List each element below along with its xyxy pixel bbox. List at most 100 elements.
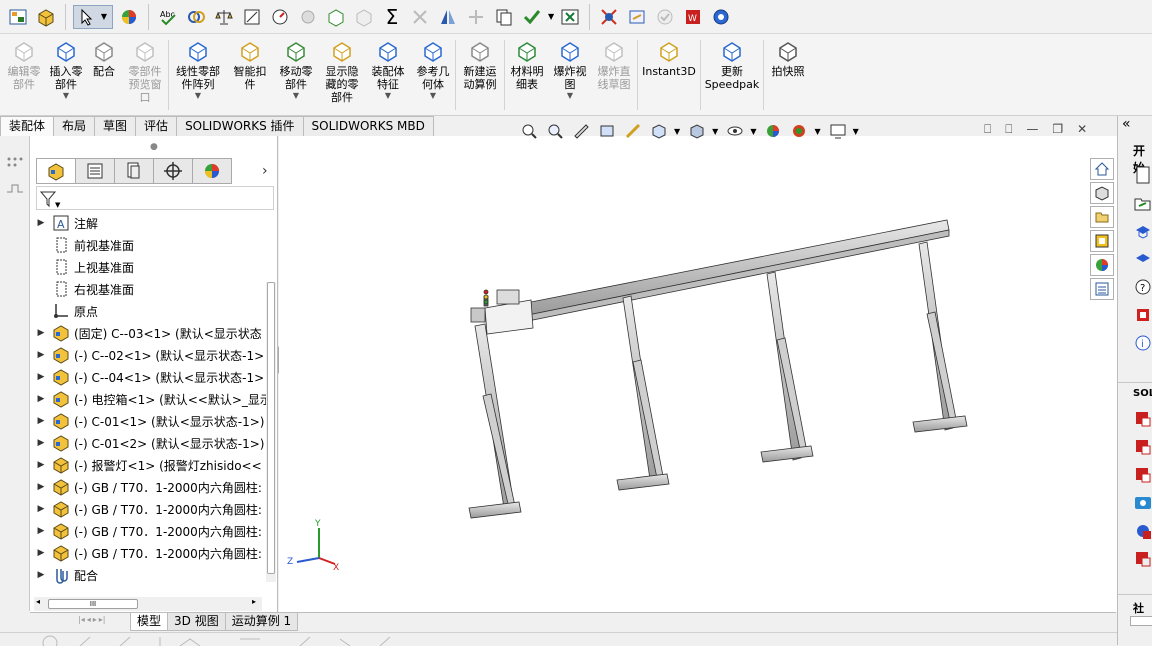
tree-item[interactable]: 上视基准面 [30, 256, 266, 278]
zoom-to-fit-icon[interactable] [518, 121, 540, 141]
nav-first-icon[interactable]: |◂ [78, 615, 85, 624]
bottom-tab-2[interactable]: 运动算例 1 [224, 613, 299, 631]
nav-prev-icon[interactable]: ◂ [87, 615, 91, 624]
tree-item[interactable]: 前视基准面 [30, 234, 266, 256]
nav-next-icon[interactable]: ▸ [93, 615, 97, 624]
spell-check-icon[interactable]: Abc [156, 5, 180, 29]
task-pane-scrollbar[interactable] [1130, 616, 1152, 626]
cmd-button-14[interactable]: Instant3D [638, 34, 700, 115]
dimxpert-icon[interactable] [597, 5, 621, 29]
sw-addin-icon-2[interactable] [1134, 438, 1152, 459]
property-manager-tab[interactable] [75, 158, 115, 184]
mass-properties-icon[interactable] [212, 5, 236, 29]
configuration-manager-tab[interactable] [114, 158, 154, 184]
scroll-right-icon[interactable]: ▸ [252, 597, 256, 606]
cmd-button-4[interactable]: 线性零部 件阵列 ▼ [169, 34, 227, 115]
command-tab-0[interactable]: 装配体 [0, 116, 55, 136]
expand-arrow-icon[interactable]: ▶ [30, 570, 52, 580]
tile-right-icon[interactable]: ⎕ [1005, 122, 1012, 137]
dropdown-arrow-icon[interactable]: ▼ [293, 91, 299, 101]
expand-arrow-icon[interactable]: ▶ [30, 372, 52, 382]
step-icon[interactable] [6, 182, 24, 197]
select-tool[interactable]: ▼ [73, 4, 113, 29]
nav-last-icon[interactable]: ▸| [99, 615, 106, 624]
tree-item[interactable]: ▶ (-) 报警灯<1> (报警灯zhisido<< [30, 454, 266, 476]
scroll-left-icon[interactable]: ◂ [36, 597, 40, 606]
new-document-icon[interactable] [1134, 166, 1152, 187]
appearances-icon[interactable] [1090, 254, 1114, 276]
gantry-model-3d-view[interactable]: Y X Z [279, 136, 1117, 612]
command-tab-4[interactable]: SOLIDWORKS 插件 [176, 116, 304, 136]
dimxpert-manager-tab[interactable] [153, 158, 193, 184]
edit-appearance-icon[interactable] [762, 121, 784, 141]
expand-arrow-icon[interactable]: ▶ [30, 526, 52, 536]
training-icon[interactable] [1134, 250, 1152, 271]
cmd-button-12[interactable]: 爆炸视 图 ▼ [549, 34, 591, 115]
expand-arrow-icon[interactable]: ▶ [30, 504, 52, 514]
bottom-tab-1[interactable]: 3D 视图 [167, 613, 226, 631]
cmd-button-6[interactable]: 移动零 部件 ▼ [273, 34, 319, 115]
tree-hscroll-thumb[interactable]: III [48, 599, 138, 609]
tree-item[interactable]: ▶ (-) C--02<1> (默认<显示状态-1> [30, 344, 266, 366]
tree-vertical-scrollbar[interactable] [266, 282, 276, 582]
info-icon[interactable]: i [1134, 334, 1152, 355]
zoom-area-icon[interactable] [544, 121, 566, 141]
cmd-button-1[interactable]: 插入零 部件 ▼ [46, 34, 86, 115]
command-tab-3[interactable]: 评估 [135, 116, 178, 136]
cmd-button-9[interactable]: 参考几 何体 ▼ [411, 34, 455, 115]
cmd-button-11[interactable]: 材料明 细表 [505, 34, 549, 115]
section-view-icon[interactable] [596, 121, 618, 141]
help-icon[interactable]: ? [1134, 278, 1152, 299]
command-tab-1[interactable]: 布局 [53, 116, 96, 136]
tree-item[interactable]: ▶ (-) GB / T70．1-2000内六角圆柱: [30, 520, 266, 542]
graphics-area[interactable]: Y X Z [279, 136, 1117, 612]
expand-arrow-icon[interactable]: ▶ [30, 218, 52, 228]
tree-item[interactable]: ▶ 配合 [30, 564, 266, 586]
tree-item[interactable]: ▶ (-) 电控箱<1> (默认<<默认>_显示 [30, 388, 266, 410]
panel-more-chevron-icon[interactable]: › [262, 163, 268, 179]
display-style-icon[interactable] [686, 121, 708, 141]
task-pane-collapse-icon[interactable]: « [1122, 116, 1131, 132]
box-icon[interactable] [324, 5, 348, 29]
excel-export-icon[interactable] [558, 5, 582, 29]
panel-grip-icon[interactable]: ● [150, 142, 158, 152]
dropdown-arrow-icon[interactable]: ▼ [63, 91, 69, 101]
symmetry-icon[interactable] [436, 5, 460, 29]
minimize-icon[interactable]: — [1026, 122, 1038, 137]
tile-left-icon[interactable]: ⎕ [984, 122, 991, 137]
expand-arrow-icon[interactable]: ▶ [30, 482, 52, 492]
previous-view-icon[interactable] [570, 121, 592, 141]
tree-item[interactable]: 右视基准面 [30, 278, 266, 300]
tree-item[interactable]: ▶ (-) C-01<2> (默认<显示状态-1>) [30, 432, 266, 454]
bottom-tab-0[interactable]: 模型 [130, 613, 169, 631]
dropdown-arrow-icon[interactable]: ▼ [385, 91, 391, 101]
restore-icon[interactable]: ❐ [1052, 122, 1063, 137]
dropdown-arrow-icon[interactable]: ▼ [567, 91, 573, 101]
feature-tree-tab[interactable] [36, 158, 76, 184]
cmd-button-10[interactable]: 新建运 动算例 [456, 34, 504, 115]
sw-addin-icon-5[interactable] [1134, 522, 1152, 543]
tree-item[interactable]: ▶ A 注解 [30, 212, 266, 234]
appearance-icon[interactable] [117, 5, 141, 29]
command-tab-5[interactable]: SOLIDWORKS MBD [302, 116, 434, 136]
sw-addin-icon-6[interactable] [1134, 550, 1152, 571]
expand-arrow-icon[interactable]: ▶ [30, 416, 52, 426]
file-explorer-icon[interactable] [1090, 206, 1114, 228]
gauge-icon[interactable] [268, 5, 292, 29]
filter-bar[interactable]: ▼ [36, 186, 274, 210]
cmd-button-7[interactable]: 显示隐 藏的零 部件 [319, 34, 365, 115]
view-settings-icon[interactable] [827, 121, 849, 141]
home-icon[interactable] [1090, 158, 1114, 180]
sigma-icon[interactable]: Σ [380, 5, 404, 29]
check-icon[interactable] [520, 5, 544, 29]
sw-addin-icon-4[interactable] [1134, 494, 1152, 515]
dynamic-annotation-icon[interactable] [622, 121, 644, 141]
expand-arrow-icon[interactable]: ▶ [30, 350, 52, 360]
cmd-button-5[interactable]: 智能扣 件 [227, 34, 273, 115]
sw-addin-icon-1[interactable] [1134, 410, 1152, 431]
expand-arrow-icon[interactable]: ▶ [30, 460, 52, 470]
display-manager-tab[interactable] [192, 158, 232, 184]
sketch-dots-icon[interactable] [6, 156, 24, 171]
cmd-button-8[interactable]: 装配体 特征 ▼ [365, 34, 411, 115]
tree-horizontal-scrollbar[interactable]: ◂ III ▸ [34, 597, 262, 611]
